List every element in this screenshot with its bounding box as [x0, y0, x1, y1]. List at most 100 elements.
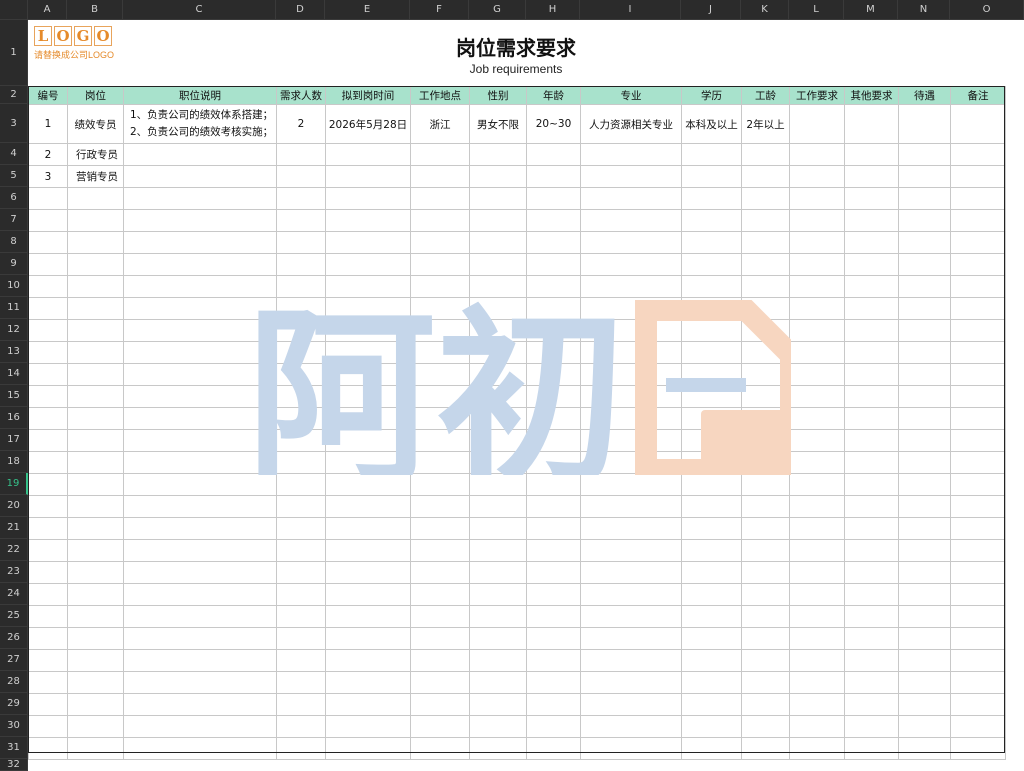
cell[interactable] — [67, 605, 124, 628]
cell[interactable] — [67, 539, 124, 562]
cell[interactable] — [844, 385, 899, 408]
cell[interactable] — [950, 495, 1006, 518]
cell[interactable] — [741, 297, 790, 320]
cell[interactable] — [526, 407, 581, 430]
cell[interactable] — [28, 737, 68, 760]
cell[interactable] — [123, 341, 277, 364]
spreadsheet-area[interactable]: L O G O 请替换成公司LOGO 岗位需求要求 Job requiremen… — [28, 20, 1024, 771]
cell[interactable] — [123, 473, 277, 496]
cell[interactable] — [741, 319, 790, 342]
cell[interactable] — [844, 583, 899, 606]
cell[interactable] — [276, 649, 326, 672]
column-header-b[interactable]: B — [67, 0, 123, 20]
row-header-14[interactable]: 14 — [0, 363, 28, 385]
cell[interactable] — [580, 253, 682, 276]
cell[interactable] — [67, 231, 124, 254]
cell[interactable] — [28, 583, 68, 606]
cell[interactable] — [28, 715, 68, 738]
cell[interactable] — [789, 715, 845, 738]
row-header-30[interactable]: 30 — [0, 715, 28, 737]
cell[interactable] — [123, 275, 277, 298]
row-header-25[interactable]: 25 — [0, 605, 28, 627]
row-header-15[interactable]: 15 — [0, 385, 28, 407]
cell[interactable] — [276, 407, 326, 430]
cell[interactable] — [325, 671, 411, 694]
cell[interactable] — [898, 209, 951, 232]
cell[interactable] — [789, 539, 845, 562]
row-header-27[interactable]: 27 — [0, 649, 28, 671]
cell[interactable] — [469, 253, 527, 276]
row-header-3[interactable]: 3 — [0, 104, 28, 143]
cell[interactable] — [580, 275, 682, 298]
cell[interactable] — [123, 429, 277, 452]
cell[interactable] — [123, 649, 277, 672]
column-header-g[interactable]: G — [469, 0, 526, 20]
header-cell[interactable]: 工龄 — [741, 86, 790, 105]
cell[interactable] — [898, 165, 951, 188]
cell[interactable] — [526, 539, 581, 562]
cell[interactable] — [325, 143, 411, 166]
cell[interactable] — [681, 165, 742, 188]
cell[interactable] — [276, 671, 326, 694]
cell[interactable] — [741, 187, 790, 210]
cell[interactable] — [123, 231, 277, 254]
cell[interactable] — [325, 583, 411, 606]
cell[interactable] — [123, 253, 277, 276]
cell[interactable] — [950, 209, 1006, 232]
cell[interactable] — [526, 253, 581, 276]
header-cell[interactable]: 工作要求 — [789, 86, 845, 105]
cell[interactable] — [741, 473, 790, 496]
cell[interactable] — [950, 297, 1006, 320]
cell[interactable] — [844, 253, 899, 276]
cell[interactable] — [950, 517, 1006, 540]
cell[interactable] — [526, 649, 581, 672]
cell[interactable] — [789, 187, 845, 210]
cell[interactable] — [681, 275, 742, 298]
row-header-22[interactable]: 22 — [0, 539, 28, 561]
cell[interactable] — [580, 385, 682, 408]
row-header-5[interactable]: 5 — [0, 165, 28, 187]
cell[interactable] — [526, 275, 581, 298]
cell[interactable] — [325, 297, 411, 320]
cell[interactable] — [681, 583, 742, 606]
cell[interactable] — [469, 605, 527, 628]
cell[interactable] — [898, 363, 951, 386]
cell[interactable] — [681, 429, 742, 452]
cell[interactable] — [123, 605, 277, 628]
cell[interactable] — [28, 561, 68, 584]
cell[interactable] — [325, 495, 411, 518]
cell[interactable] — [950, 407, 1006, 430]
row-header-2[interactable]: 2 — [0, 86, 28, 104]
cell[interactable] — [469, 473, 527, 496]
cell[interactable] — [410, 429, 470, 452]
cell[interactable] — [741, 715, 790, 738]
cell[interactable] — [123, 715, 277, 738]
cell[interactable] — [410, 209, 470, 232]
cell[interactable] — [325, 715, 411, 738]
cell[interactable] — [67, 209, 124, 232]
row-header-11[interactable]: 11 — [0, 297, 28, 319]
cell[interactable] — [469, 319, 527, 342]
cell[interactable] — [526, 363, 581, 386]
cell[interactable] — [469, 407, 527, 430]
cell[interactable] — [526, 715, 581, 738]
cell[interactable] — [325, 429, 411, 452]
cell[interactable] — [67, 473, 124, 496]
cell[interactable] — [580, 561, 682, 584]
row-header-29[interactable]: 29 — [0, 693, 28, 715]
cell[interactable] — [469, 297, 527, 320]
cell[interactable] — [526, 737, 581, 760]
cell[interactable] — [325, 209, 411, 232]
row-header-8[interactable]: 8 — [0, 231, 28, 253]
cell[interactable] — [325, 451, 411, 474]
select-all-corner[interactable] — [0, 0, 28, 20]
cell[interactable] — [741, 143, 790, 166]
cell[interactable] — [580, 627, 682, 650]
cell[interactable] — [741, 517, 790, 540]
row-header-26[interactable]: 26 — [0, 627, 28, 649]
cell[interactable] — [469, 231, 527, 254]
cell[interactable] — [469, 429, 527, 452]
cell[interactable] — [681, 671, 742, 694]
column-header-a[interactable]: A — [28, 0, 67, 20]
cell[interactable] — [789, 407, 845, 430]
